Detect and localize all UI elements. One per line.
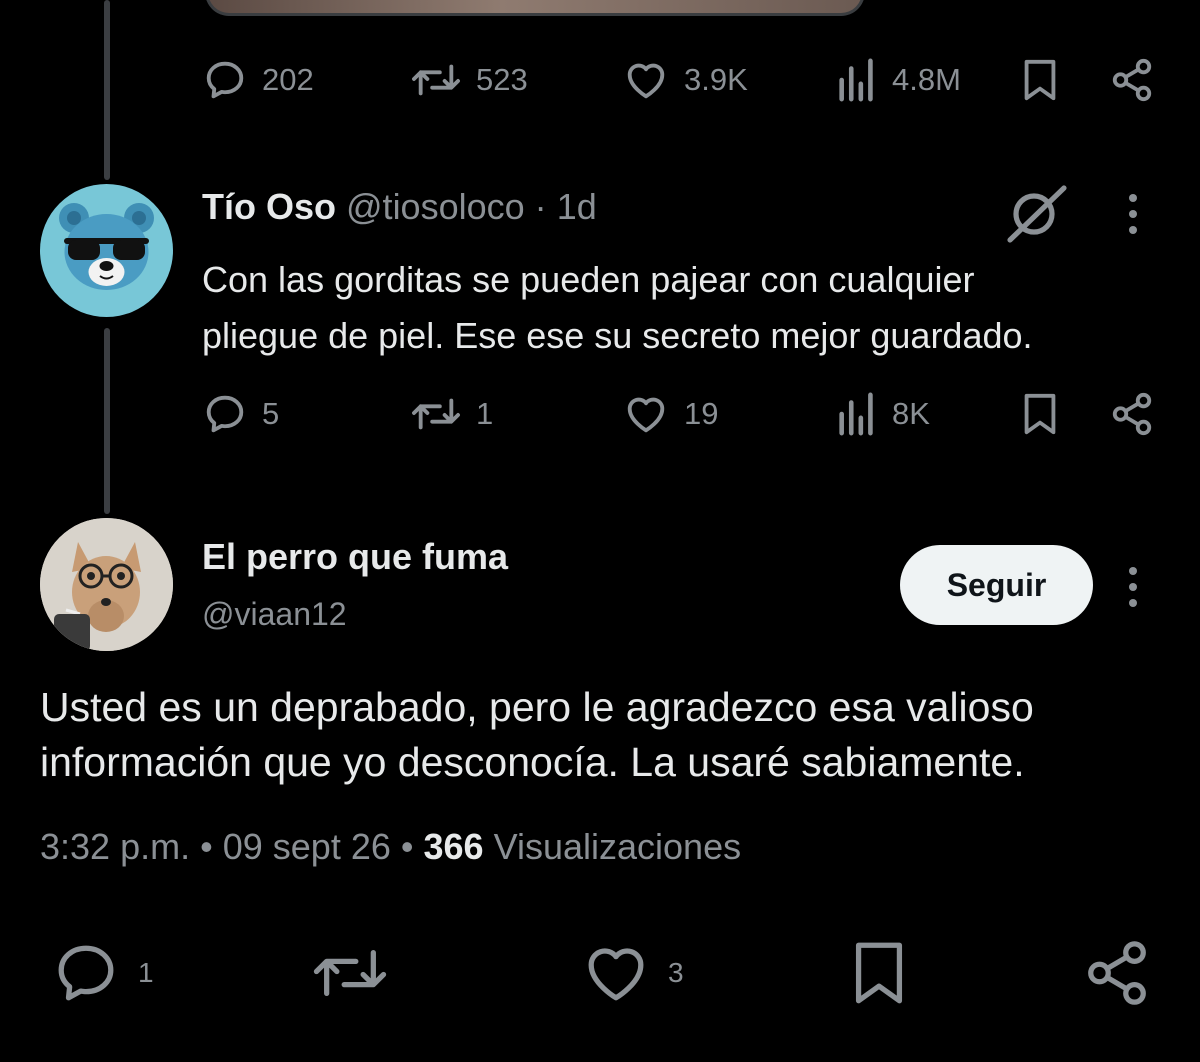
text-line: pliegue de piel. Ese ese su secreto mejo… [202,315,1033,356]
views-label[interactable]: Visualizaciones [494,826,741,867]
avatar[interactable] [40,518,173,651]
views-count: 4.8M [892,62,961,97]
repost-icon [313,949,387,997]
reply-count: 5 [262,396,280,431]
repost-button[interactable]: 1 [410,384,493,444]
display-name[interactable]: Tío Oso [202,186,336,227]
more-options-button[interactable] [1124,190,1142,243]
reply-button[interactable]: 5 [202,384,279,444]
avatar[interactable] [40,184,173,317]
repost-button[interactable]: 523 [410,50,528,110]
reply-button[interactable]: 1 [48,936,154,1010]
like-icon [627,63,665,99]
like-icon [588,948,644,1001]
views-count: 366 [423,826,484,867]
views-button[interactable]: 8K [836,384,930,444]
bear-avatar-image [59,203,154,290]
bookmark-icon [855,942,903,1004]
share-button[interactable] [1108,50,1156,110]
like-count: 19 [684,396,719,431]
share-button[interactable] [1108,384,1156,444]
text-line: Usted es un deprabado, pero le agradezco… [40,684,1034,730]
bookmark-icon [1024,59,1056,101]
user-handle[interactable]: @viaan12 [202,596,347,633]
like-button[interactable]: 3 [578,936,684,1010]
share-icon [1112,58,1152,102]
bookmark-icon [1024,393,1056,435]
like-count: 3 [668,957,684,988]
separator-dot: · [534,186,547,227]
more-options-button[interactable] [1124,563,1142,616]
reply-count: 202 [262,62,314,97]
views-button[interactable]: 4.8M [836,50,961,110]
separator-dot: • [200,826,213,867]
main-tweet-text: Usted es un deprabado, pero le agradezco… [40,680,1170,790]
reply-icon [206,395,244,433]
views-count: 8K [892,396,930,431]
like-icon [627,397,665,433]
reply-icon [206,61,244,99]
repost-count: 1 [476,396,494,431]
reply-count: 1 [138,957,154,988]
previous-tweet-media[interactable] [205,0,865,16]
views-icon [839,58,873,102]
repost-button[interactable] [308,936,392,1010]
grok-icon [1007,185,1067,243]
text-line: Con las gorditas se pueden pajear con cu… [202,259,975,300]
tweet-date[interactable]: 09 sept 26 [223,826,391,867]
bookmark-button[interactable] [1018,50,1062,110]
tweet-thread: 202 523 3.9K 4.8M Tío Oso @tiosoloco · 1… [0,0,1200,1062]
repost-icon [412,64,460,96]
bookmark-button[interactable] [844,936,914,1010]
views-icon [839,392,873,436]
share-button[interactable] [1080,936,1154,1010]
repost-icon [412,398,460,430]
tweet-metadata: 3:32 p.m. • 09 sept 26 • 366 Visualizaci… [40,826,741,868]
reply-tweet-text: Con las gorditas se pueden pajear con cu… [202,252,1162,364]
prev-tweet-action-bar: 202 523 3.9K 4.8M [0,50,1200,110]
grok-button[interactable] [1004,184,1068,249]
text-line: información que yo desconocía. La usaré … [40,739,1025,785]
share-icon [1088,941,1146,1005]
like-button[interactable]: 19 [622,384,718,444]
reply-button[interactable]: 202 [202,50,314,110]
tweet-age[interactable]: 1d [557,186,597,227]
like-button[interactable]: 3.9K [622,50,748,110]
reply-tweet-header: Tío Oso @tiosoloco · 1d [202,186,597,228]
reply-icon [58,945,114,1001]
tweet-time[interactable]: 3:32 p.m. [40,826,190,867]
follow-button[interactable]: Seguir [900,545,1093,625]
share-icon [1112,392,1152,436]
bookmark-button[interactable] [1018,384,1062,444]
more-icon [1129,194,1137,234]
display-name[interactable]: El perro que fuma [202,536,508,578]
separator-dot: • [400,826,414,867]
dog-avatar-image [40,518,173,651]
user-handle[interactable]: @tiosoloco [346,186,525,227]
like-count: 3.9K [684,62,748,97]
more-icon [1129,567,1137,607]
main-tweet-action-bar: 1 3 [0,936,1200,1010]
reply-tweet-action-bar: 5 1 19 8K [0,384,1200,444]
repost-count: 523 [476,62,528,97]
